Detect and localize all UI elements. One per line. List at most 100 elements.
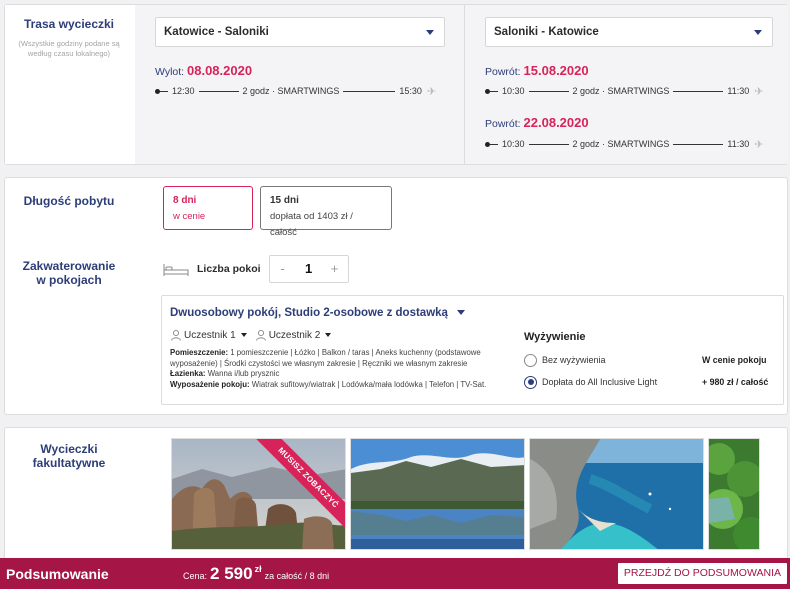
route-section: Trasa wycieczki (Wszystkie godziny podan… [4,4,788,165]
participant-2-label: Uczestnik 2 [268,329,321,341]
return-column: Saloniki - Katowice Powrót: 15.08.2020 1… [465,5,788,164]
room-details: Dwuosobowy pokój, Studio 2-osobowe z dos… [161,295,784,405]
board-option-price: W cenie pokoju [702,355,767,365]
room-description: Pomieszczenie: 1 pomieszczenie | Łóżko |… [170,348,510,390]
go-to-summary-button[interactable]: PRZEJDŹ DO PODSUMOWANIA [617,563,787,584]
flight-line [160,90,168,92]
return-flight-2: 10:30 2 godz · SMARTWINGS 11:30 ✈ [485,137,785,151]
accommodation-label: Zakwaterowanie w pokojach [22,259,116,287]
flight-line [198,90,239,92]
participants-row: Uczestnik 1 Uczestnik 2 [170,329,339,341]
participant-1-label: Uczestnik 1 [184,329,236,341]
total-price: Cena: 2 590 zł za całość / 8 dni [183,564,329,584]
return-flight-1: 10:30 2 godz · SMARTWINGS 11:30 ✈ [485,84,785,98]
chevron-down-icon [457,310,466,316]
booking-page: Trasa wycieczki (Wszystkie godziny podan… [0,0,790,589]
excursions-label: Wycieczki fakultatywne [32,442,106,470]
route-heading: Trasa wycieczki (Wszystkie godziny podan… [5,17,133,59]
room-desc-room: Pomieszczenie: 1 pomieszczenie | Łóżko |… [170,348,510,369]
outbound-flight-info: 2 godz · SMARTWINGS [242,86,340,96]
participant-2-select[interactable]: Uczestnik 2 [255,329,332,341]
outbound-route-value: Katowice - Saloniki [164,26,269,38]
excursion-tile-meteora[interactable]: MUSISZ ZOBACZYĆ [171,438,346,550]
chevron-down-icon [754,30,762,35]
room-type-select[interactable]: Dwuosobowy pokój, Studio 2-osobowe z dos… [170,307,466,319]
route-label-area: Trasa wycieczki (Wszystkie godziny podan… [5,5,135,164]
plane-icon: ✈ [754,85,764,98]
route-label: Trasa wycieczki [23,17,115,31]
route-time-note: (Wszystkie godziny podane są według czas… [18,39,120,58]
rooms-increment-button[interactable]: + [322,256,348,282]
stay-option-title: 15 dni [270,195,299,206]
flight-line [673,90,724,92]
price-amount: 2 590 [210,563,253,583]
return-flight-info: 2 godz · SMARTWINGS [572,86,670,96]
excursion-image [530,439,703,549]
return-arr-time: 11:30 [727,139,750,149]
flight-line [490,143,498,145]
participant-1-select[interactable]: Uczestnik 1 [170,329,247,341]
return-route-select[interactable]: Saloniki - Katowice [485,17,773,47]
return-date-value: 22.08.2020 [523,115,589,130]
stay-length-label: Długość pobytu [23,194,115,208]
board-option-all-inclusive[interactable]: Dopłata do All Inclusive Light + 980 zł … [524,371,774,393]
board-option-price: + 980 zł / całość [702,377,769,387]
outbound-dep-time: 12:30 [172,86,195,96]
outbound-flight: 12:30 2 godz · SMARTWINGS 15:30 ✈ [155,84,455,98]
room-type-value: Dwuosobowy pokój, Studio 2-osobowe z dos… [170,307,448,319]
stay-option-8-days[interactable]: 8 dni w cenie [163,186,253,230]
summary-title: Podsumowanie [6,565,109,582]
stay-option-15-days[interactable]: 15 dni dopłata od 1403 zł / całość [260,186,392,238]
rooms-row: Liczba pokoi - 1 + [163,254,349,284]
excursion-tile-lake[interactable] [350,438,525,550]
price-suffix: za całość / 8 dni [264,570,330,581]
outbound-column: Katowice - Saloniki Wylot: 08.08.2020 12… [135,5,465,164]
excursion-image [351,439,524,549]
stay-option-sub: w cenie [173,211,206,222]
return-date-option-2[interactable]: Powrót: 22.08.2020 [485,115,589,130]
person-icon [171,329,181,341]
chevron-down-icon [325,333,332,337]
flight-line [343,90,396,92]
flight-line [673,143,724,145]
room-desc-label: Łazienka: [170,369,206,378]
return-date-value: 15.08.2020 [523,63,589,78]
room-desc-bath: Łazienka: Wanna i/lub prysznic [170,369,510,380]
room-desc-text: Wanna i/lub prysznic [207,369,280,378]
outbound-date-label: Wylot: [155,66,185,78]
room-desc-label: Wyposażenie pokoju: [170,379,250,389]
radio-button-selected[interactable] [524,375,537,389]
rooms-count-value[interactable]: 1 [296,256,322,282]
price-label: Cena: [183,570,208,581]
return-dep-time: 10:30 [502,139,525,149]
radio-button[interactable] [524,353,537,367]
outbound-route-select[interactable]: Katowice - Saloniki [155,17,445,47]
excursion-tile-beach[interactable] [529,438,704,550]
board-option-label: Bez wyżywienia [542,355,606,365]
room-desc-text: Wiatrak sufitowy/wiatrak | Lodówka/mała … [251,379,487,389]
outbound-date-value: 08.08.2020 [187,63,253,78]
excursions-section: Wycieczki fakultatywne MUSISZ ZOBACZYĆ [4,427,788,567]
price-currency: zł [254,563,262,574]
stay-option-sub: dopłata od 1403 zł / całość [270,211,353,238]
board-option-none[interactable]: Bez wyżywienia W cenie pokoju [524,349,774,371]
excursion-tile-forest[interactable] [708,438,760,550]
outbound-arr-time: 15:30 [399,86,422,96]
return-route-value: Saloniki - Katowice [494,26,599,38]
room-desc-equip: Wyposażenie pokoju: Wiatrak sufitowy/wia… [170,380,510,391]
return-date-label: Powrót: [485,118,521,130]
excursion-image [709,439,759,549]
chevron-down-icon [426,30,434,35]
return-dep-time: 10:30 [502,86,525,96]
return-date-label: Powrót: [485,66,521,78]
outbound-date: Wylot: 08.08.2020 [155,63,252,78]
rooms-decrement-button[interactable]: - [270,256,296,282]
flight-line [490,90,498,92]
return-date-option-1[interactable]: Powrót: 15.08.2020 [485,63,589,78]
summary-bar: Podsumowanie Cena: 2 590 zł za całość / … [0,558,790,589]
bed-icon [163,264,189,276]
flight-line [528,143,569,145]
stay-section: Długość pobytu 8 dni w cenie 15 dni dopł… [4,177,788,415]
return-arr-time: 11:30 [727,86,750,96]
board-title: Wyżywienie [524,331,586,343]
